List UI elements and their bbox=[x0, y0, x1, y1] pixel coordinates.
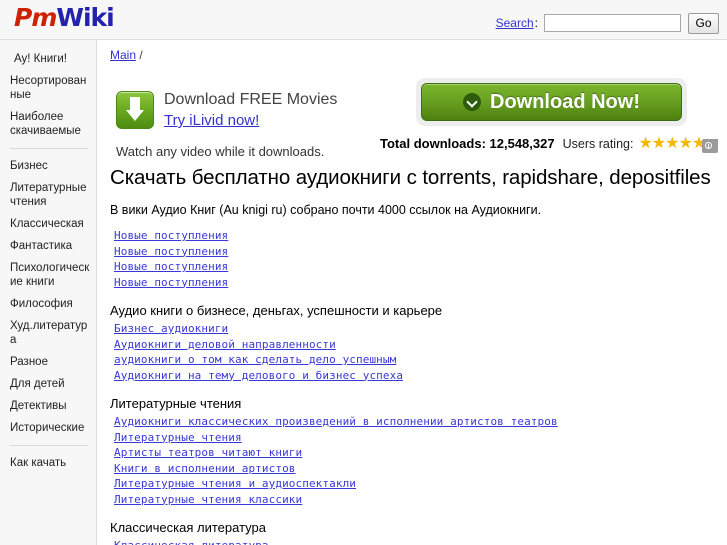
sidebar-item-6[interactable]: Фантастика bbox=[0, 235, 96, 257]
download-now-button-wrap: Download Now! bbox=[416, 78, 687, 126]
article-link[interactable]: Новые поступления bbox=[114, 245, 228, 259]
download-now-label: Download Now! bbox=[490, 90, 640, 113]
logo-pm-text: Pm bbox=[14, 3, 57, 32]
ad-cta-link[interactable]: Try iLivid now! bbox=[164, 112, 259, 129]
sidebar-item-2[interactable]: Наиболее скачиваемые bbox=[0, 106, 96, 142]
sidebar-item-12[interactable]: Детективы bbox=[0, 395, 96, 417]
search-input[interactable] bbox=[544, 14, 681, 32]
ad-caption: Watch any video while it downloads. bbox=[116, 144, 325, 159]
advertisement-banner[interactable]: Download FREE Movies Try iLivid now! Wat… bbox=[108, 68, 725, 164]
ad-title: Download FREE Movies bbox=[164, 91, 338, 108]
download-arrow-icon bbox=[116, 91, 154, 129]
list-item: Новые поступления bbox=[114, 243, 727, 259]
article-link[interactable]: Книги в исполнении артистов bbox=[114, 462, 296, 476]
chevron-down-circle-icon bbox=[463, 93, 481, 111]
list-item: аудиокниги о том как сделать дело успешн… bbox=[114, 351, 727, 367]
article-link[interactable]: Аудиокниги классических произведений в и… bbox=[114, 415, 558, 429]
article-link[interactable]: Артисты театров читают книги bbox=[114, 446, 302, 460]
sidebar-item-1[interactable]: Несортированные bbox=[0, 70, 96, 106]
sidebar-item-11[interactable]: Для детей bbox=[0, 373, 96, 395]
users-rating-label: Users rating: bbox=[562, 136, 634, 151]
list-item: Книги в исполнении артистов bbox=[114, 460, 727, 476]
section-link-list: Классическая литератураКниги Классически… bbox=[108, 537, 727, 545]
list-item: Артисты театров читают книги bbox=[114, 444, 727, 460]
list-item: Новые поступления bbox=[114, 274, 727, 290]
sidebar-item-8[interactable]: Философия bbox=[0, 293, 96, 315]
sidebar-item-0[interactable]: Ау! Книги! bbox=[0, 48, 96, 70]
list-item: Литературные чтения классики bbox=[114, 491, 727, 507]
list-item: Новые поступления bbox=[114, 258, 727, 274]
breadcrumb-link-main[interactable]: Main bbox=[110, 48, 136, 62]
article-link[interactable]: Литературные чтения bbox=[114, 431, 242, 445]
download-now-button[interactable]: Download Now! bbox=[421, 83, 682, 121]
list-item: Литературные чтения bbox=[114, 429, 727, 445]
article-link[interactable]: Новые поступления bbox=[114, 260, 228, 274]
list-item: Классическая литература bbox=[114, 537, 727, 545]
content-sections: Аудио книги о бизнесе, деньгах, успешнос… bbox=[108, 303, 727, 545]
page-title: Скачать бесплатно аудиокниги с torrents,… bbox=[110, 166, 711, 189]
site-header: PmWiki Search : Go bbox=[0, 0, 727, 40]
section-heading: Литературные чтения bbox=[110, 396, 242, 411]
article-link[interactable]: Бизнес аудиокниги bbox=[114, 322, 228, 336]
list-item: Аудиокниги классических произведений в и… bbox=[114, 413, 727, 429]
new-arrivals-link-list: Новые поступления Новые поступления Новые … bbox=[108, 227, 727, 289]
section-link-list: Аудиокниги классических произведений в и… bbox=[108, 413, 727, 506]
sidebar-divider bbox=[10, 445, 88, 446]
intro-paragraph: В вики Аудио Книг (Au knigi ru) собрано … bbox=[110, 203, 542, 217]
search-label-link[interactable]: Search bbox=[496, 16, 534, 30]
sidebar-item-9[interactable]: Худ.литература bbox=[0, 315, 96, 351]
sidebar: Ау! Книги! Несортированные Наиболее скачив… bbox=[0, 40, 97, 545]
section-heading: Классическая литература bbox=[110, 520, 266, 535]
search-form: Search : Go bbox=[496, 12, 719, 34]
article-link[interactable]: Аудиокниги деловой направленности bbox=[114, 338, 336, 352]
breadcrumb: Main / bbox=[110, 48, 727, 62]
article-link[interactable]: аудиокниги о том как сделать дело успешн… bbox=[114, 353, 396, 367]
article-link[interactable]: Новые поступления bbox=[114, 276, 228, 290]
list-item: Новые поступления bbox=[114, 227, 727, 243]
article-link[interactable]: Аудиокниги на тему делового и бизнес усп… bbox=[114, 369, 403, 383]
rating-stars: ★★★★★ bbox=[638, 134, 706, 152]
main-content: Main / Download FREE Movies Try iLivid n… bbox=[98, 40, 727, 545]
section-heading: Аудио книги о бизнесе, деньгах, успешнос… bbox=[110, 303, 443, 318]
article-link[interactable]: Литературные чтения и аудиоспектакли bbox=[114, 477, 356, 491]
article-link[interactable]: Литературные чтения классики bbox=[114, 493, 302, 507]
list-item: Бизнес аудиокниги bbox=[114, 320, 727, 336]
total-downloads-text: Total downloads: 12,548,327 bbox=[380, 136, 555, 151]
sidebar-item-7[interactable]: Психологические книги bbox=[0, 257, 96, 293]
sidebar-item-3[interactable]: Бизнес bbox=[0, 155, 96, 177]
sidebar-item-5[interactable]: Классическая bbox=[0, 213, 96, 235]
list-item: Аудиокниги деловой направленности bbox=[114, 336, 727, 352]
article-link[interactable]: Классическая литература bbox=[114, 539, 269, 545]
article-link[interactable]: Новые поступления bbox=[114, 229, 228, 243]
sidebar-divider bbox=[10, 148, 88, 149]
list-item: Аудиокниги на тему делового и бизнес усп… bbox=[114, 367, 727, 383]
adchoices-info-icon[interactable] bbox=[702, 138, 719, 153]
logo-wiki-text: Wiki bbox=[56, 3, 114, 32]
sidebar-item-4[interactable]: Литературные чтения bbox=[0, 177, 96, 213]
sidebar-item-10[interactable]: Разное bbox=[0, 351, 96, 373]
section-link-list: Бизнес аудиокниги Аудиокниги деловой напр… bbox=[108, 320, 727, 382]
ad-stats: Total downloads: 12,548,327 Users rating… bbox=[380, 134, 719, 153]
sidebar-item-14[interactable]: Как качать bbox=[0, 452, 96, 474]
go-button[interactable]: Go bbox=[688, 12, 719, 34]
search-colon: : bbox=[534, 16, 538, 30]
breadcrumb-separator: / bbox=[139, 48, 143, 62]
sidebar-item-13[interactable]: Исторические bbox=[0, 417, 96, 439]
pmwiki-logo[interactable]: PmWiki bbox=[14, 3, 115, 33]
list-item: Литературные чтения и аудиоспектакли bbox=[114, 475, 727, 491]
